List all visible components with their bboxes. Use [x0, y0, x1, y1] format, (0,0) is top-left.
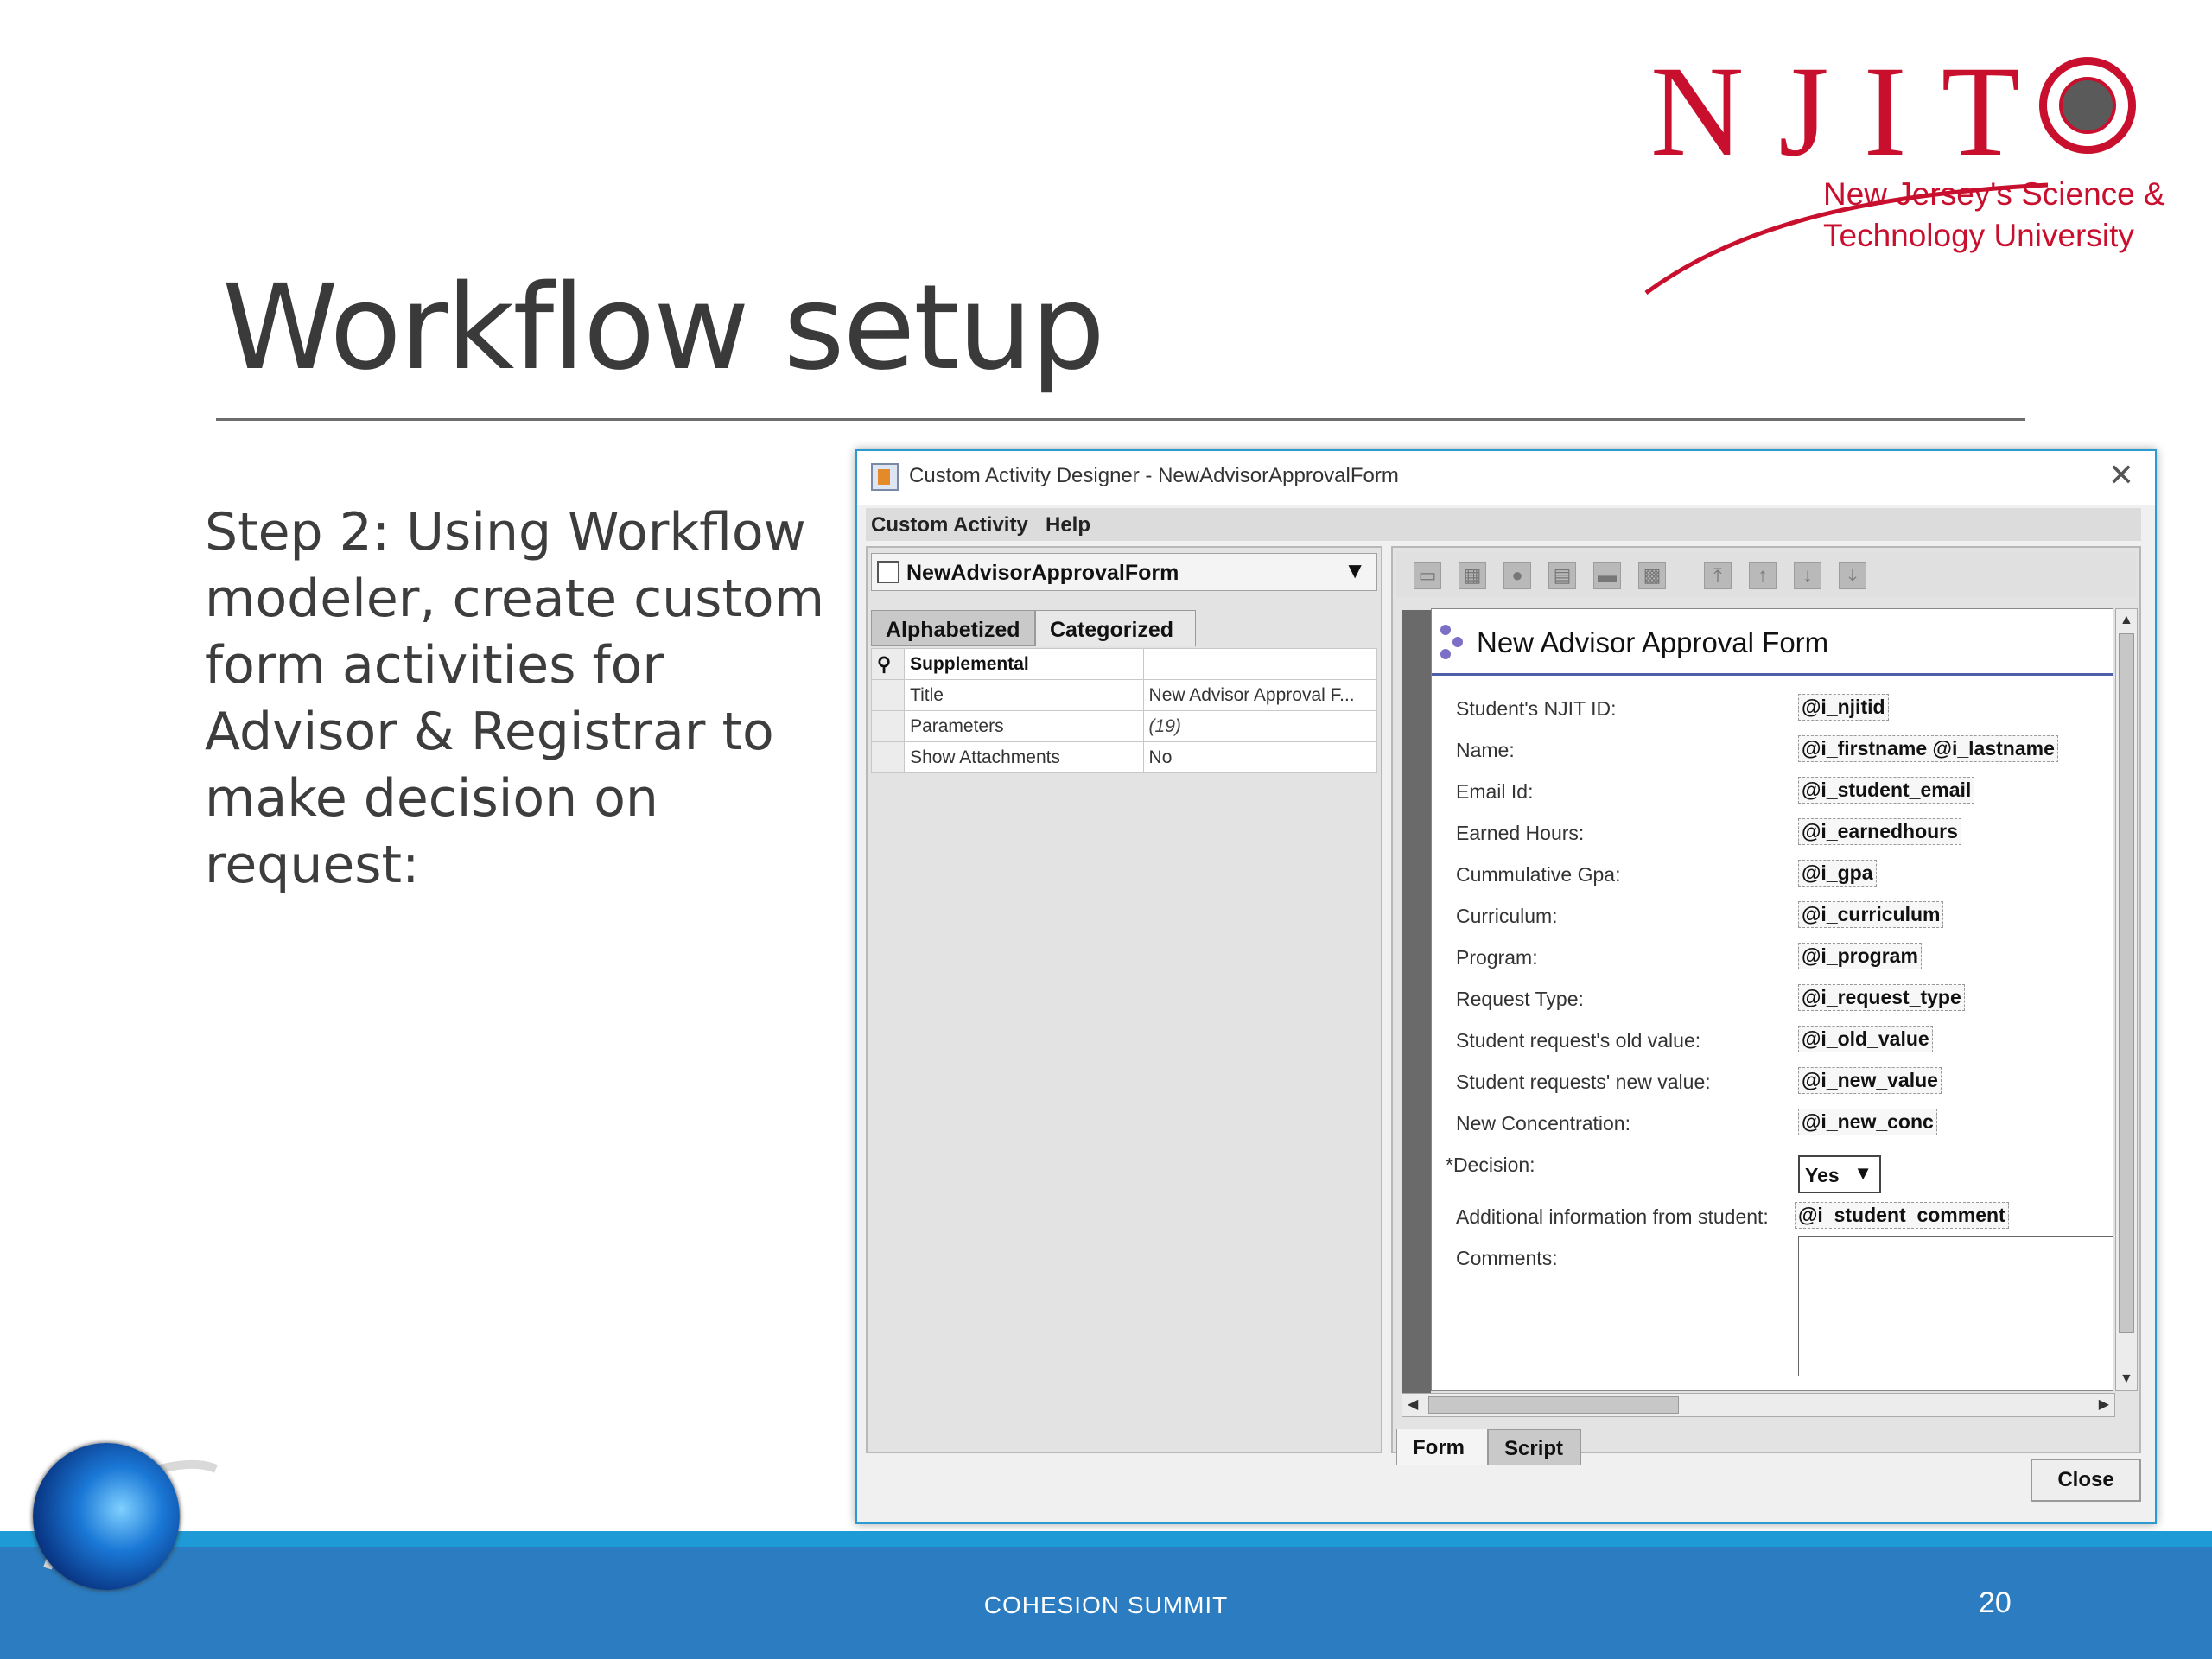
field-value[interactable]: @i_earnedhours: [1798, 818, 1961, 845]
form-canvas: New Advisor Approval Form Student's NJIT…: [1431, 608, 2113, 1391]
field-label: Earned Hours:: [1456, 822, 1585, 844]
move-up-icon[interactable]: ↑: [1749, 562, 1777, 589]
field-value[interactable]: @i_new_value: [1798, 1067, 1942, 1094]
horizontal-scrollbar[interactable]: ◀ ▶: [1402, 1393, 2115, 1417]
menu-custom-activity[interactable]: Custom Activity: [871, 513, 1028, 537]
tab-categorized[interactable]: Categorized: [1035, 610, 1196, 646]
form-node-icon: [1440, 625, 1463, 659]
window-titlebar: Custom Activity Designer - NewAdvisorApp…: [857, 451, 2155, 505]
field-value[interactable]: @i_request_type: [1798, 984, 1965, 1011]
property-value[interactable]: No: [1142, 741, 1378, 773]
grid-icon[interactable]: ▩: [1638, 562, 1666, 589]
scroll-left-icon[interactable]: ◀: [1408, 1395, 1418, 1413]
property-name: Title: [904, 679, 1144, 711]
field-label: Student requests' new value:: [1456, 1071, 1711, 1093]
move-bottom-icon[interactable]: ⤓: [1839, 562, 1866, 589]
scroll-thumb[interactable]: [1428, 1396, 1679, 1414]
decision-label: *Decision:: [1446, 1154, 1535, 1176]
move-down-icon[interactable]: ↓: [1794, 562, 1821, 589]
seal-icon: [2039, 57, 2136, 154]
field-label: Curriculum:: [1456, 905, 1558, 927]
decision-value: Yes: [1805, 1164, 1840, 1186]
additional-info-value[interactable]: @i_student_comment: [1795, 1202, 2009, 1229]
menu-help[interactable]: Help: [1046, 513, 1090, 537]
field-label: Email Id:: [1456, 780, 1534, 803]
listbox-icon[interactable]: ▤: [1548, 562, 1576, 589]
chevron-down-icon[interactable]: ▼: [1344, 557, 1366, 584]
designer-toolbar: ▭ ▦ ● ▤ ▬ ▩ ⤒ ↑ ↓ ⤓: [1396, 551, 2136, 598]
canvas-gutter: [1402, 610, 1431, 1407]
activity-selector-value: NewAdvisorApprovalForm: [906, 561, 1179, 585]
field-value[interactable]: @i_program: [1798, 943, 1922, 969]
menu-bar: Custom Activity Help: [866, 508, 2141, 541]
tab-script[interactable]: Script: [1488, 1429, 1581, 1465]
property-row[interactable]: Show Attachments No: [870, 741, 1378, 773]
logo-tagline-2: Technology University: [1823, 218, 2134, 253]
title-divider: [216, 418, 2025, 421]
field-value[interactable]: @i_firstname @i_lastname: [1798, 735, 2058, 762]
field-label: Student request's old value:: [1456, 1029, 1701, 1052]
comments-label: Comments:: [1456, 1247, 1558, 1269]
property-value[interactable]: New Advisor Approval F...: [1142, 679, 1378, 711]
field-value[interactable]: @i_new_conc: [1798, 1109, 1937, 1135]
logo-tagline-1: New Jersey's Science &: [1823, 176, 2165, 212]
field-value[interactable]: @i_njitid: [1798, 694, 1889, 721]
slide-title: Workflow setup: [222, 260, 1105, 397]
step-description: Step 2: Using Workflow modeler, create c…: [205, 502, 825, 895]
field-value[interactable]: @i_gpa: [1798, 860, 1877, 887]
chevron-down-icon: ▼: [1853, 1162, 1872, 1184]
property-grid: ⚲ Supplemental Title New Advisor Approva…: [870, 648, 1378, 773]
additional-info-label: Additional information from student:: [1456, 1205, 1769, 1228]
properties-pane: NewAdvisorApprovalForm ▼ Alphabetized Ca…: [866, 546, 1382, 1453]
form-list-icon: [877, 561, 899, 583]
move-top-icon[interactable]: ⤒: [1704, 562, 1732, 589]
field-value[interactable]: @i_old_value: [1798, 1026, 1933, 1052]
button-icon[interactable]: ▬: [1593, 562, 1621, 589]
field-label: New Concentration:: [1456, 1112, 1630, 1135]
field-label: Cummulative Gpa:: [1456, 863, 1621, 886]
form-title: New Advisor Approval Form: [1477, 626, 1829, 658]
property-value[interactable]: (19): [1142, 710, 1378, 742]
activity-selector[interactable]: NewAdvisorApprovalForm ▼: [871, 553, 1377, 591]
field-value[interactable]: @i_student_email: [1798, 777, 1975, 804]
close-button[interactable]: Close: [2031, 1459, 2141, 1502]
tab-alphabetized[interactable]: Alphabetized: [871, 610, 1035, 646]
property-category: Supplemental: [904, 648, 1144, 680]
pin-icon: ⚲: [877, 652, 892, 675]
radio-icon[interactable]: ●: [1503, 562, 1531, 589]
scroll-thumb[interactable]: [2119, 633, 2134, 1333]
decision-select[interactable]: Yes ▼: [1798, 1155, 1881, 1193]
form-designer-pane: ▭ ▦ ● ▤ ▬ ▩ ⤒ ↑ ↓ ⤓ New Advisor Approval…: [1391, 546, 2141, 1465]
cohesion-globe-icon: [33, 1443, 180, 1590]
textbox-icon[interactable]: ▭: [1414, 562, 1441, 589]
form-title-rule: [1432, 673, 2113, 676]
logo-letters: NJIT: [1650, 40, 2056, 183]
property-category-row[interactable]: ⚲ Supplemental: [870, 648, 1378, 680]
app-icon: [871, 463, 899, 491]
scroll-right-icon[interactable]: ▶: [2099, 1395, 2109, 1413]
footer-text: COHESION SUMMIT: [983, 1592, 1229, 1618]
field-label: Student's NJIT ID:: [1456, 697, 1617, 720]
window-title: Custom Activity Designer - NewAdvisorApp…: [909, 464, 1399, 487]
field-label: Request Type:: [1456, 988, 1584, 1010]
field-value[interactable]: @i_curriculum: [1798, 901, 1944, 928]
scroll-down-icon[interactable]: ▼: [2120, 1371, 2133, 1387]
tab-form[interactable]: Form: [1396, 1429, 1488, 1465]
property-name: Show Attachments: [904, 741, 1144, 773]
field-label: Name:: [1456, 739, 1515, 761]
njit-logo: NJIT New Jersey's Science & Technology U…: [1642, 40, 2165, 296]
scroll-up-icon[interactable]: ▲: [2120, 613, 2133, 628]
field-label: Program:: [1456, 946, 1538, 969]
textarea-icon[interactable]: ▦: [1459, 562, 1486, 589]
property-row[interactable]: Title New Advisor Approval F...: [870, 679, 1378, 711]
property-name: Parameters: [904, 710, 1144, 742]
vertical-scrollbar[interactable]: ▲ ▼: [2115, 608, 2138, 1391]
page-number: 20: [1979, 1586, 2012, 1619]
property-row[interactable]: Parameters (19): [870, 710, 1378, 742]
comments-textarea[interactable]: [1798, 1236, 2113, 1376]
custom-activity-designer-window: Custom Activity Designer - NewAdvisorApp…: [855, 449, 2157, 1524]
close-icon[interactable]: ✕: [2108, 458, 2134, 493]
